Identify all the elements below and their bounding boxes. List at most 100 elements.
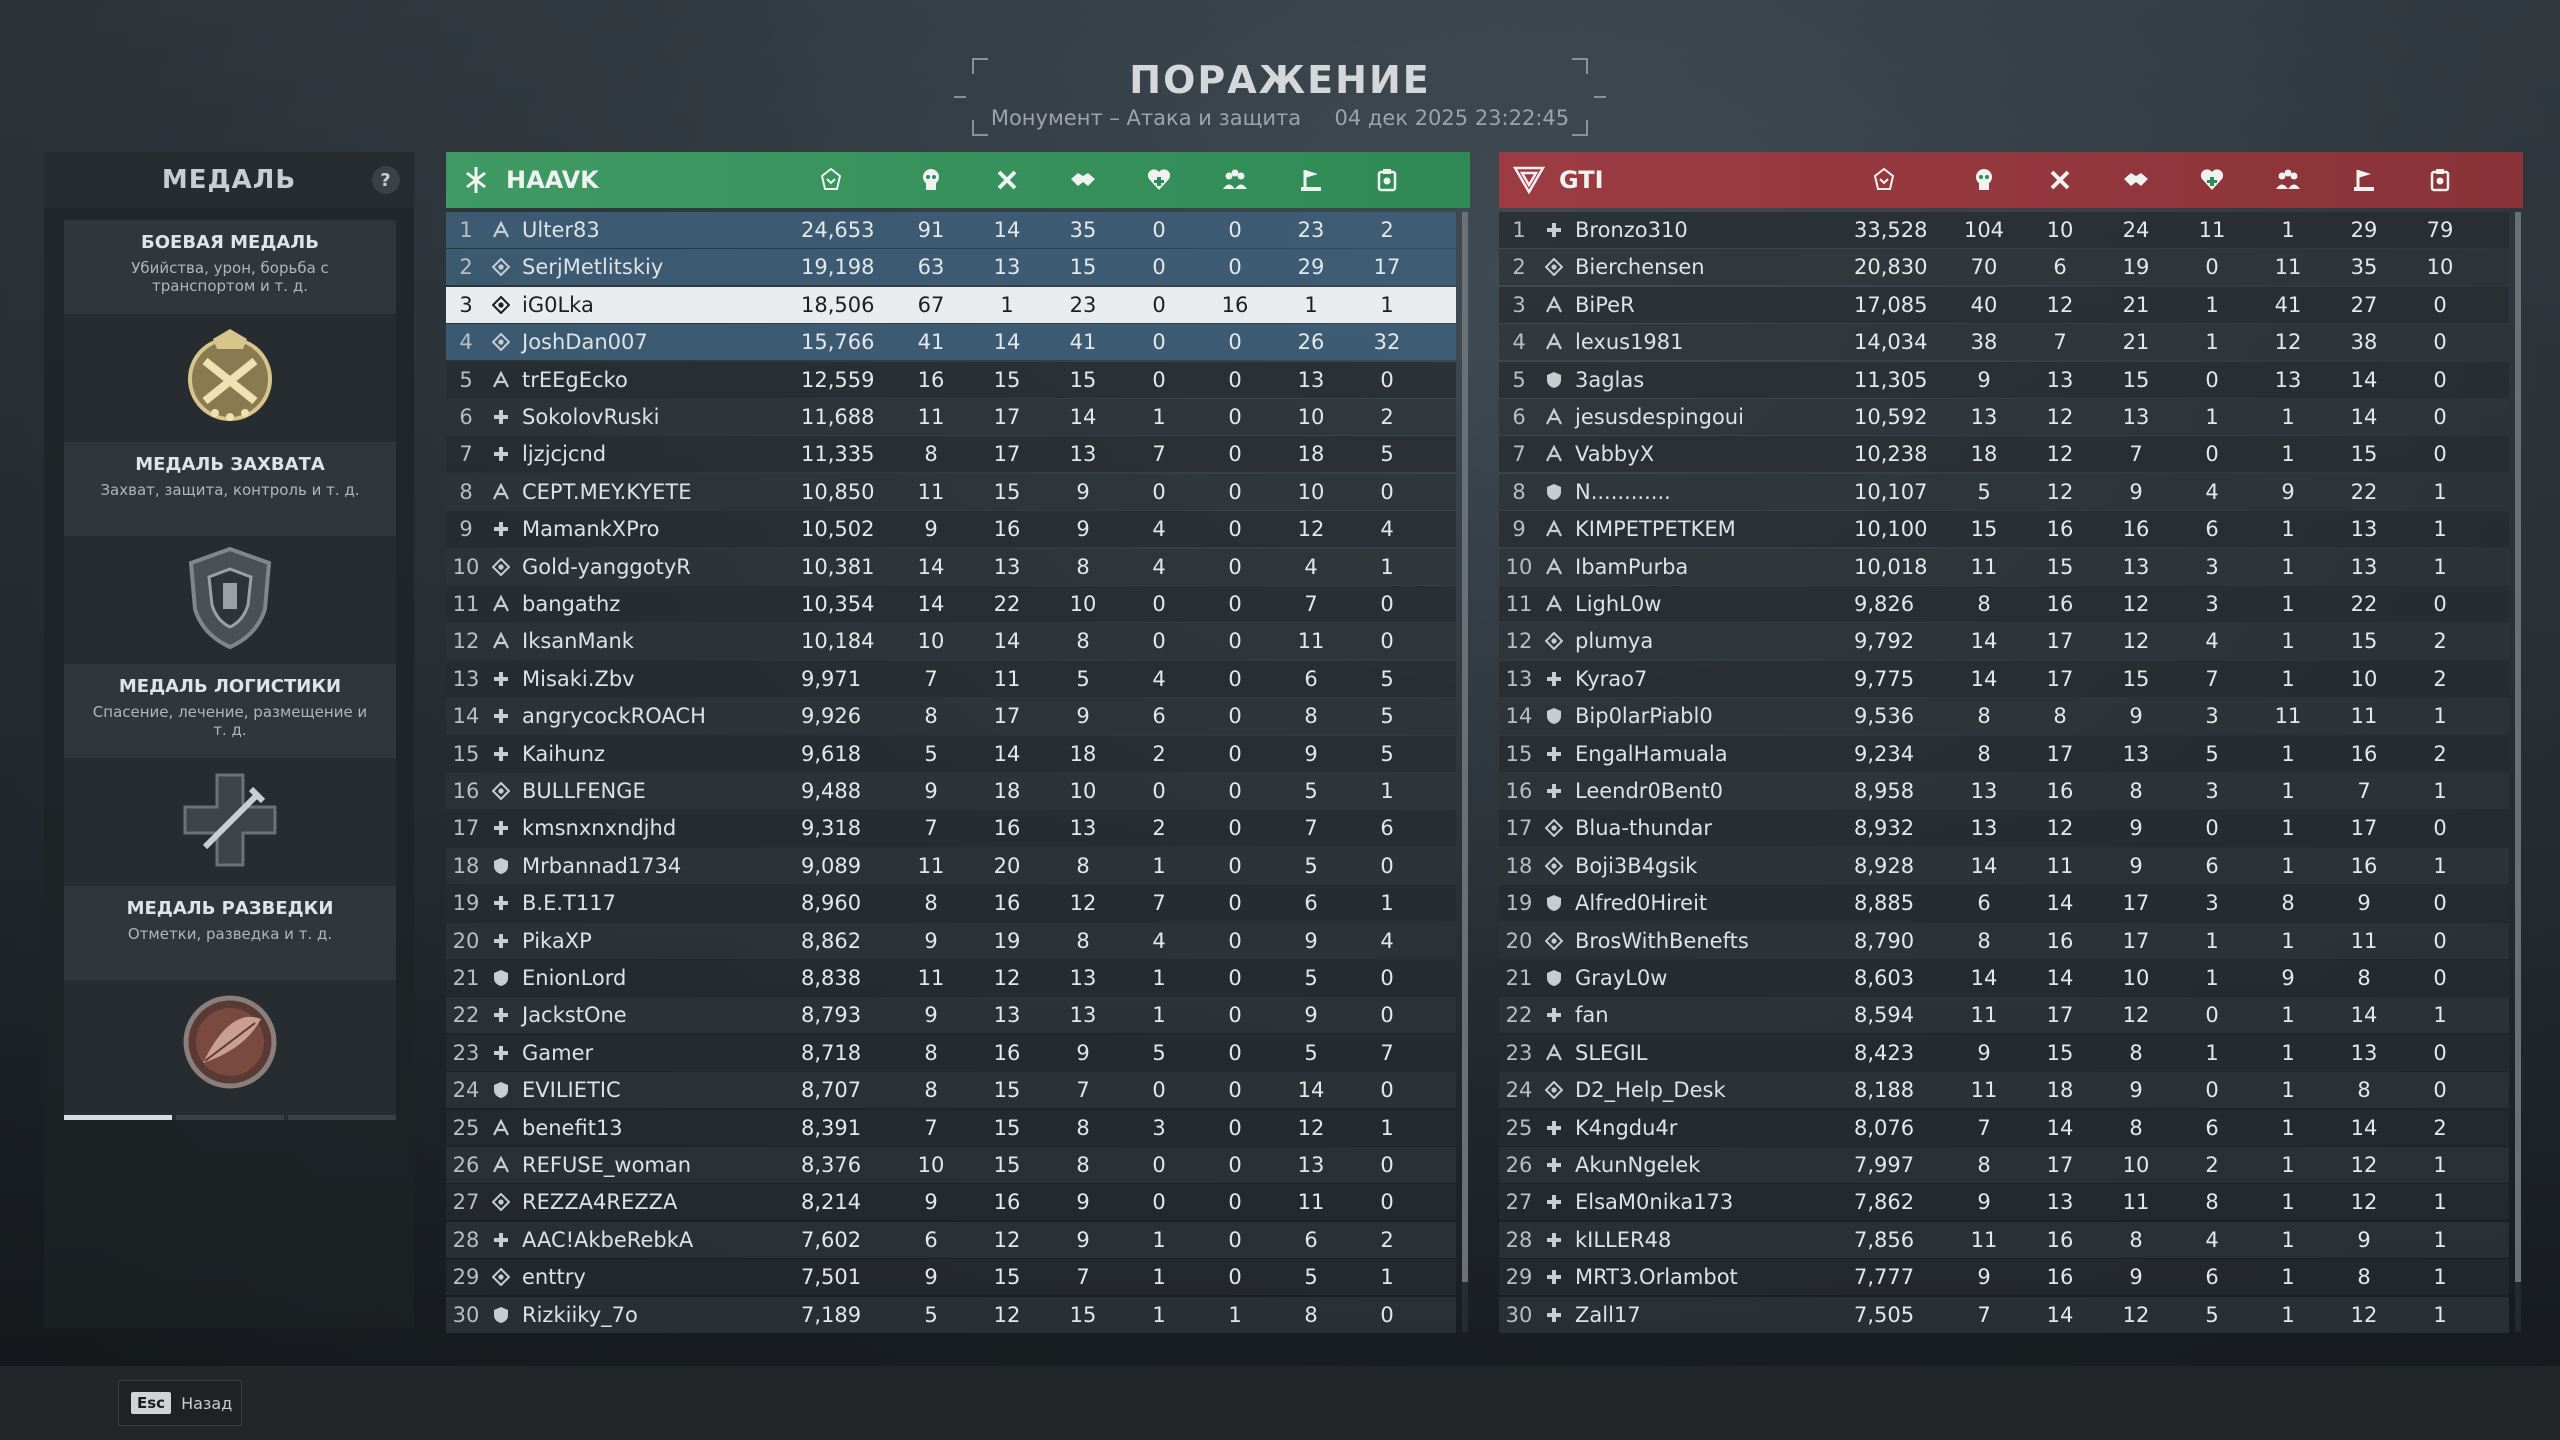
- player-row[interactable]: 27 REZZA4REZZA 8,214 9 16 9 0 0 11 0: [446, 1184, 1456, 1221]
- player-row[interactable]: 21 GrayL0w 8,603 14 14 10 1 9 8 0: [1499, 960, 2509, 996]
- player-row[interactable]: 12 IksanMank 10,184 10 14 8 0 0 11 0: [446, 623, 1456, 660]
- support-icon[interactable]: [1357, 152, 1417, 208]
- player-row[interactable]: 23 SLEGIL 8,423 9 15 8 1 1 13 0: [1499, 1034, 2509, 1071]
- player-row[interactable]: 6 jesusdespingoui 10,592 13 12 13 1 1 14 0: [1499, 399, 2509, 435]
- stat-deaths: 16: [2046, 1227, 2074, 1252]
- player-row[interactable]: 29 MRT3.Orlambot 7,777 9 16 9 6 1 8 1: [1499, 1259, 2509, 1296]
- stat-score: 9,234: [1854, 741, 1915, 766]
- player-row[interactable]: 9 KIMPETPETKEM 10,100 15 16 16 6 1 13 1: [1499, 511, 2509, 548]
- score-icon[interactable]: [1854, 152, 1914, 208]
- player-row[interactable]: 4 JoshDan007 15,766 41 14 41 0 0 26 32: [446, 324, 1456, 361]
- player-row[interactable]: 3 iG0Lka 18,506 67 1 23 0 16 1 1: [446, 286, 1456, 323]
- player-row[interactable]: 30 Rizkiiky_7o 7,189 5 12 15 1 1 8 0: [446, 1296, 1456, 1333]
- player-row[interactable]: 24 EVILIETIC 8,707 8 15 7 0 0 14 0: [446, 1072, 1456, 1109]
- player-row[interactable]: 2 Bierchensen 20,830 70 6 19 0 11 35 10: [1499, 249, 2509, 286]
- player-row[interactable]: 23 Gamer 8,718 8 16 9 5 0 5 7: [446, 1034, 1456, 1071]
- player-row[interactable]: 11 LighL0w 9,826 8 16 12 3 1 22 0: [1499, 586, 2509, 622]
- player-row[interactable]: 1 Ulter83 24,653 91 14 35 0 0 23 2: [446, 212, 1456, 248]
- player-row[interactable]: 11 bangathz 10,354 14 22 10 0 0 7 0: [446, 586, 1456, 622]
- stat-support: 0: [2433, 1040, 2447, 1065]
- player-row[interactable]: 28 kILLER48 7,856 11 16 8 4 1 9 1: [1499, 1221, 2509, 1258]
- player-row[interactable]: 19 B.E.T117 8,960 8 16 12 7 0 6 1: [446, 885, 1456, 922]
- player-row[interactable]: 20 BrosWithBenefts 8,790 8 16 17 1 1 11 0: [1499, 922, 2509, 959]
- player-row[interactable]: 24 D2_Help_Desk 8,188 11 18 9 0 1 8 0: [1499, 1072, 2509, 1109]
- kills-icon[interactable]: [1954, 152, 2014, 208]
- player-row[interactable]: 7 VabbyX 10,238 18 12 7 0 1 15 0: [1499, 436, 2509, 473]
- stat-support: 0: [1380, 479, 1394, 504]
- player-row[interactable]: 17 Blua-thundar 8,932 13 12 9 0 1 17 0: [1499, 810, 2509, 847]
- medal-card[interactable]: МЕДАЛЬ РАЗВЕДКИ Отметки, разведка и т. д…: [64, 886, 396, 1120]
- stat-objective: 6: [1304, 666, 1318, 691]
- player-row[interactable]: 17 kmsnxnxndjhd 9,318 7 16 13 2 0 7 6: [446, 810, 1456, 847]
- objective-icon[interactable]: [1281, 152, 1341, 208]
- player-row[interactable]: 2 SerjMetlitskiy 19,198 63 13 15 0 0 29 17: [446, 249, 1456, 286]
- medal-card[interactable]: БОЕВАЯ МЕДАЛЬ Убийства, урон, борьба с т…: [64, 220, 396, 454]
- player-row[interactable]: 13 Kyrao7 9,775 14 17 15 7 1 10 2: [1499, 660, 2509, 697]
- player-row[interactable]: 5 trEEgEcko 12,559 16 15 15 0 0 13 0: [446, 361, 1456, 398]
- deaths-icon[interactable]: [2030, 152, 2090, 208]
- revives-icon[interactable]: [2182, 152, 2242, 208]
- player-row[interactable]: 16 BULLFENGE 9,488 9 18 10 0 0 5 1: [446, 773, 1456, 809]
- player-row[interactable]: 27 ElsaM0nika173 7,862 9 13 11 8 1 12 1: [1499, 1184, 2509, 1221]
- stat-assists: 9: [1076, 1190, 1090, 1215]
- player-row[interactable]: 22 JackstOne 8,793 9 13 13 1 0 9 0: [446, 997, 1456, 1034]
- player-row[interactable]: 18 Mrbannad1734 9,089 11 20 8 1 0 5 0: [446, 847, 1456, 884]
- objective-icon[interactable]: [2334, 152, 2394, 208]
- player-row[interactable]: 30 Zall17 7,505 7 14 12 5 1 12 1: [1499, 1296, 2509, 1333]
- stat-kills: 7: [924, 666, 938, 691]
- player-row[interactable]: 3 BiPeR 17,085 40 12 21 1 41 27 0: [1499, 286, 2509, 323]
- player-row[interactable]: 7 ljzjcjcnd 11,335 8 17 13 7 0 18 5: [446, 436, 1456, 473]
- kills-icon[interactable]: [901, 152, 961, 208]
- player-row[interactable]: 14 angrycockROACH 9,926 8 17 9 6 0 8 5: [446, 698, 1456, 735]
- player-row[interactable]: 14 Bip0larPiabl0 9,536 8 8 9 3 11 11 1: [1499, 698, 2509, 735]
- stat-objective: 12: [2350, 1153, 2378, 1177]
- player-row[interactable]: 26 AkunNgelek 7,997 8 17 10 2 1 12 1: [1499, 1147, 2509, 1183]
- deaths-icon[interactable]: [977, 152, 1037, 208]
- player-row[interactable]: 10 IbamPurba 10,018 11 15 13 3 1 13 1: [1499, 548, 2509, 585]
- stat-revives: 0: [1152, 629, 1166, 654]
- revives-icon[interactable]: [1129, 152, 1189, 208]
- player-row[interactable]: 1 Bronzo310 33,528 104 10 24 11 1 29 79: [1499, 212, 2509, 248]
- stat-deaths: 16: [993, 891, 1021, 916]
- player-row[interactable]: 8 CEPT.MEY.KYETE 10,850 11 15 9 0 0 10 0: [446, 473, 1456, 510]
- player-row[interactable]: 12 plumya 9,792 14 17 12 4 1 15 2: [1499, 623, 2509, 660]
- player-row[interactable]: 19 Alfred0Hireit 8,885 6 14 17 3 8 9 0: [1499, 885, 2509, 922]
- team-b-scrollbar[interactable]: [2515, 212, 2521, 1332]
- player-row[interactable]: 18 Boji3B4gsik 8,928 14 11 9 6 1 16 1: [1499, 847, 2509, 884]
- player-row[interactable]: 25 K4ngdu4r 8,076 7 14 8 6 1 14 2: [1499, 1109, 2509, 1146]
- medal-card[interactable]: МЕДАЛЬ ЛОГИСТИКИ Спасение, лечение, разм…: [64, 664, 396, 898]
- medal-card[interactable]: МЕДАЛЬ ЗАХВАТА Захват, защита, контроль …: [64, 442, 396, 676]
- stat-squad: 1: [2281, 405, 2295, 429]
- player-row[interactable]: 9 MamankXPro 10,502 9 16 9 4 0 12 4: [446, 511, 1456, 548]
- squad-icon[interactable]: [2258, 152, 2318, 208]
- player-row[interactable]: 29 enttry 7,501 9 15 7 1 0 5 1: [446, 1259, 1456, 1296]
- player-row[interactable]: 6 SokolovRuski 11,688 11 17 14 1 0 10 2: [446, 399, 1456, 435]
- player-row[interactable]: 21 EnionLord 8,838 11 12 13 1 0 5 0: [446, 960, 1456, 996]
- player-row[interactable]: 10 Gold-yanggotyR 10,381 14 13 8 4 0 4 1: [446, 548, 1456, 585]
- medal-progress-bar: [64, 1115, 396, 1120]
- squad-icon[interactable]: [1205, 152, 1265, 208]
- player-rank: 16: [1505, 779, 1533, 803]
- player-row[interactable]: 15 Kaihunz 9,618 5 14 18 2 0 9 5: [446, 735, 1456, 772]
- player-row[interactable]: 25 benefit13 8,391 7 15 8 3 0 12 1: [446, 1109, 1456, 1146]
- player-row[interactable]: 15 EngalHamuala 9,234 8 17 13 5 1 16 2: [1499, 735, 2509, 772]
- player-row[interactable]: 22 fan 8,594 11 17 12 0 1 14 1: [1499, 997, 2509, 1034]
- assault-class-icon: [486, 1118, 516, 1137]
- stat-kills: 9: [924, 1003, 938, 1028]
- player-row[interactable]: 28 AAC!AkbeRebkA 7,602 6 12 9 1 0 6 2: [446, 1221, 1456, 1258]
- player-row[interactable]: 20 PikaXP 8,862 9 19 8 4 0 9 4: [446, 922, 1456, 959]
- player-row[interactable]: 8 N............ 10,107 5 12 9 4 9 22 1: [1499, 473, 2509, 510]
- support-icon[interactable]: [2410, 152, 2470, 208]
- back-button[interactable]: Esc Назад: [118, 1380, 242, 1426]
- assists-icon[interactable]: [1053, 152, 1113, 208]
- score-icon[interactable]: [801, 152, 861, 208]
- player-row[interactable]: 5 3aglas 11,305 9 13 15 0 13 14 0: [1499, 361, 2509, 398]
- help-icon[interactable]: ?: [372, 166, 400, 194]
- player-row[interactable]: 16 Leendr0Bent0 8,958 13 16 8 3 1 7 1: [1499, 773, 2509, 809]
- assists-icon[interactable]: [2106, 152, 2166, 208]
- player-row[interactable]: 13 Misaki.Zbv 9,971 7 11 5 4 0 6 5: [446, 660, 1456, 697]
- player-row[interactable]: 4 lexus1981 14,034 38 7 21 1 12 38 0: [1499, 324, 2509, 361]
- stat-score: 7,862: [1854, 1190, 1915, 1215]
- player-row[interactable]: 26 REFUSE_woman 8,376 10 15 8 0 0 13 0: [446, 1147, 1456, 1183]
- team-a-scrollbar[interactable]: [1462, 212, 1468, 1332]
